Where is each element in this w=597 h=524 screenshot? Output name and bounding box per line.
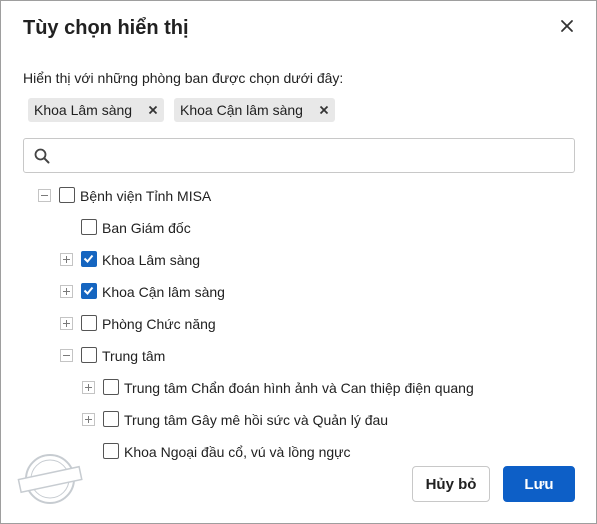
checkbox[interactable]: [59, 187, 75, 203]
save-button[interactable]: Lưu: [503, 466, 575, 502]
tree-node-label: Trung tâm: [102, 348, 166, 364]
checkmark-icon: [83, 286, 94, 295]
remove-chip-icon[interactable]: [142, 98, 164, 122]
tree-node-phong-chuc-nang[interactable]: Phòng Chức năng: [1, 312, 597, 336]
tree-node-benh-vien[interactable]: Bệnh viện Tỉnh MISA: [1, 184, 597, 208]
search-icon: [34, 148, 50, 164]
collapse-icon[interactable]: [38, 189, 51, 202]
tree-node-khoa-lam-sang[interactable]: Khoa Lâm sàng: [1, 248, 597, 272]
checkbox[interactable]: [81, 315, 97, 331]
expand-icon[interactable]: [82, 413, 95, 426]
cancel-button[interactable]: Hủy bỏ: [412, 466, 490, 502]
tree-node-trung-tam[interactable]: Trung tâm: [1, 344, 597, 368]
tree-node-label: Bệnh viện Tỉnh MISA: [80, 188, 212, 204]
expand-icon[interactable]: [82, 381, 95, 394]
tree-node-label: Khoa Lâm sàng: [102, 252, 201, 268]
tree-node-khoa-can-lam-sang[interactable]: Khoa Cận lâm sàng: [1, 280, 597, 304]
department-tree: Bệnh viện Tỉnh MISA Ban Giám đốc Khoa Lâ…: [1, 179, 597, 463]
chip-label: Khoa Cận lâm sàng: [180, 102, 303, 118]
chip-khoa-lam-sang: Khoa Lâm sàng: [28, 98, 165, 122]
checkbox-checked[interactable]: [81, 251, 97, 267]
expand-icon[interactable]: [60, 253, 73, 266]
chip-khoa-can-lam-sang: Khoa Cận lâm sàng: [174, 98, 335, 122]
collapse-icon[interactable]: [60, 349, 73, 362]
chip-label: Khoa Lâm sàng: [34, 102, 133, 118]
close-icon[interactable]: [556, 15, 578, 37]
tree-node-ban-giam-doc[interactable]: Ban Giám đốc: [1, 216, 597, 240]
search-input[interactable]: [58, 140, 566, 171]
tree-node-label: Phòng Chức năng: [102, 316, 216, 332]
tree-node-trung-tam-gay-me[interactable]: Trung tâm Gây mê hồi sức và Quản lý đau: [1, 408, 597, 432]
dialog-title: Tùy chọn hiển thị: [23, 17, 189, 39]
tree-node-label: Trung tâm Chẩn đoán hình ảnh và Can thiệ…: [124, 380, 474, 396]
display-options-dialog: Tùy chọn hiển thị Hiển thị với những phò…: [0, 0, 597, 524]
tree-node-trung-tam-chan-doan[interactable]: Trung tâm Chẩn đoán hình ảnh và Can thiệ…: [1, 376, 597, 400]
checkbox[interactable]: [81, 347, 97, 363]
checkbox-checked[interactable]: [81, 283, 97, 299]
checkbox[interactable]: [81, 219, 97, 235]
expand-icon[interactable]: [60, 317, 73, 330]
tree-node-label: Trung tâm Gây mê hồi sức và Quản lý đau: [124, 412, 389, 428]
expand-icon[interactable]: [60, 285, 73, 298]
sample-data-stamp-icon: [15, 449, 85, 509]
dialog-description: Hiển thị với những phòng ban được chọn d…: [23, 70, 344, 86]
remove-chip-icon[interactable]: [313, 98, 335, 122]
checkmark-icon: [83, 254, 94, 263]
search-box: [23, 138, 575, 173]
checkbox[interactable]: [103, 443, 119, 459]
tree-node-label: Ban Giám đốc: [102, 220, 191, 236]
tree-node-label: Khoa Cận lâm sàng: [102, 284, 225, 300]
tree-node-khoa-ngoai[interactable]: Khoa Ngoại đầu cổ, vú và lồng ngực: [1, 440, 597, 463]
checkbox[interactable]: [103, 379, 119, 395]
tree-node-label: Khoa Ngoại đầu cổ, vú và lồng ngực: [124, 444, 351, 460]
checkbox[interactable]: [103, 411, 119, 427]
